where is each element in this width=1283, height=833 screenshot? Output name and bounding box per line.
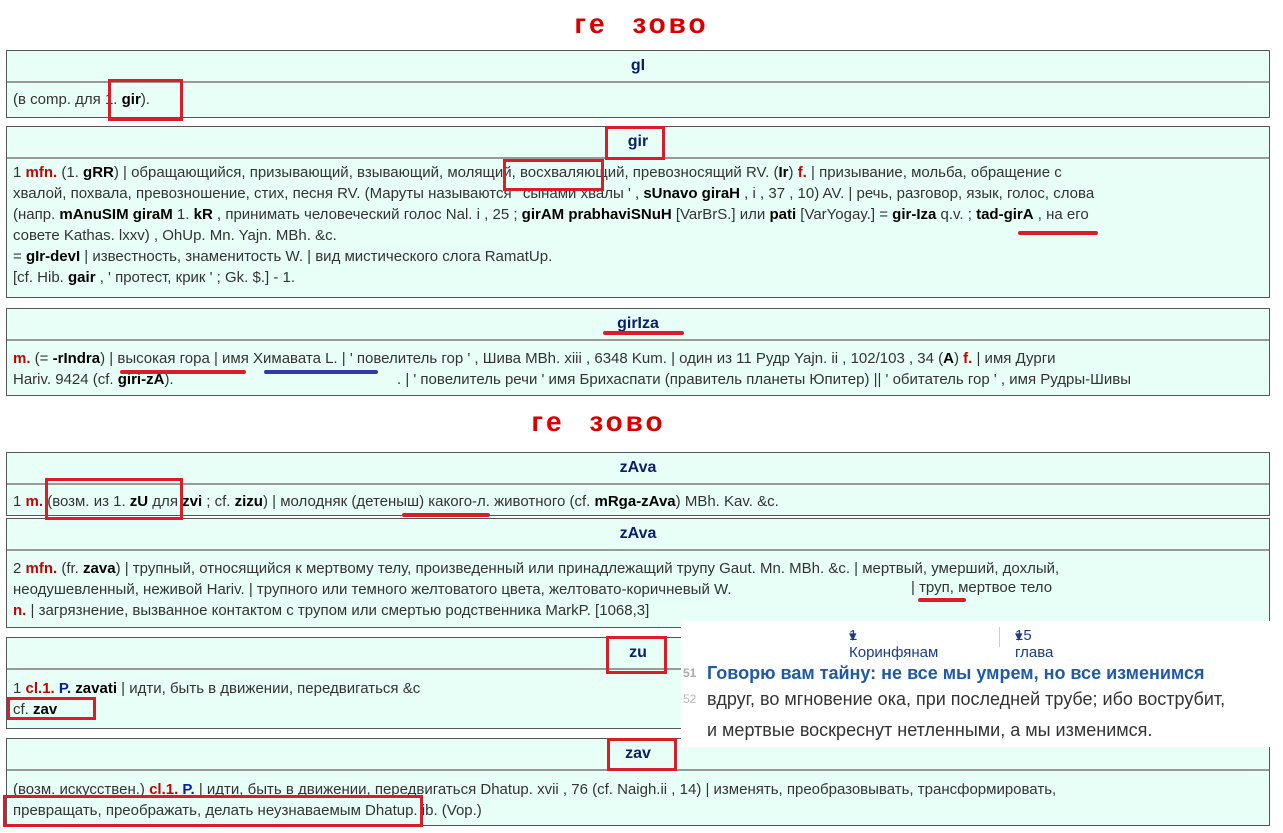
underline-girIza-head: [603, 331, 684, 335]
underline-gir-Iza: [1018, 231, 1098, 235]
entry-headword: girIza: [7, 309, 1269, 341]
nav-divider: [999, 627, 1000, 647]
highlight-box-zav-head: [607, 738, 677, 771]
entry-zAva-2: zAva 2 mfn. (fr. zava) | трупный, относя…: [6, 518, 1270, 628]
underline-trup: [918, 598, 966, 602]
entry-body: (в comp. для 1. gir).: [13, 91, 150, 108]
entry-zAva-1: zAva 1 m. (возм. из 1. zU для zvi ; cf. …: [6, 452, 1270, 516]
entry-body: 2 mfn. (fr. zava) | трупный, относящийся…: [13, 560, 1060, 619]
highlight-box-zu-head: [606, 636, 667, 674]
highlight-box-gir-head: [605, 126, 665, 160]
chevron-down-icon: ▾: [1015, 628, 1023, 645]
heading-top: ге зово: [574, 8, 709, 39]
bible-verse-panel: 1 Коринфянам ▾ 15 глава ▾ 51 Говорю вам …: [681, 621, 1283, 747]
entry-headword: gI: [7, 51, 1269, 83]
entry-girIza: girIza m. (= -rIndra) | высокая гора | и…: [6, 308, 1270, 396]
entry-body: 1 m. (возм. из 1. zU для zvi ; cf. zizu)…: [13, 493, 779, 510]
entry-body: m. (= -rIndra) | высокая гора | имя Хима…: [13, 350, 1131, 388]
entry-body: 1 mfn. (1. gRR) | обращающийся, призываю…: [13, 164, 1095, 286]
highlight-box-molyashchiy: [503, 159, 604, 191]
underline-vysokaya-gora: [120, 370, 246, 374]
heading-middle: ге зово: [531, 406, 666, 437]
entry-headword: zAva: [7, 519, 1269, 551]
underline-detenysh: [402, 513, 490, 517]
entry-headword: zAva: [7, 453, 1269, 485]
underline-imya-himavata: [264, 370, 378, 374]
highlight-box-zu: [45, 478, 183, 520]
entry-gI: gI (в comp. для 1. gir).: [6, 50, 1270, 118]
chevron-down-icon: ▾: [849, 628, 857, 645]
highlight-box-cf-zav: [7, 697, 96, 720]
bible-nav: 1 Коринфянам ▾ 15 глава ▾: [849, 627, 1054, 661]
highlight-box-1-gir: [108, 79, 183, 121]
highlight-box-prevrashchat: [3, 795, 423, 827]
